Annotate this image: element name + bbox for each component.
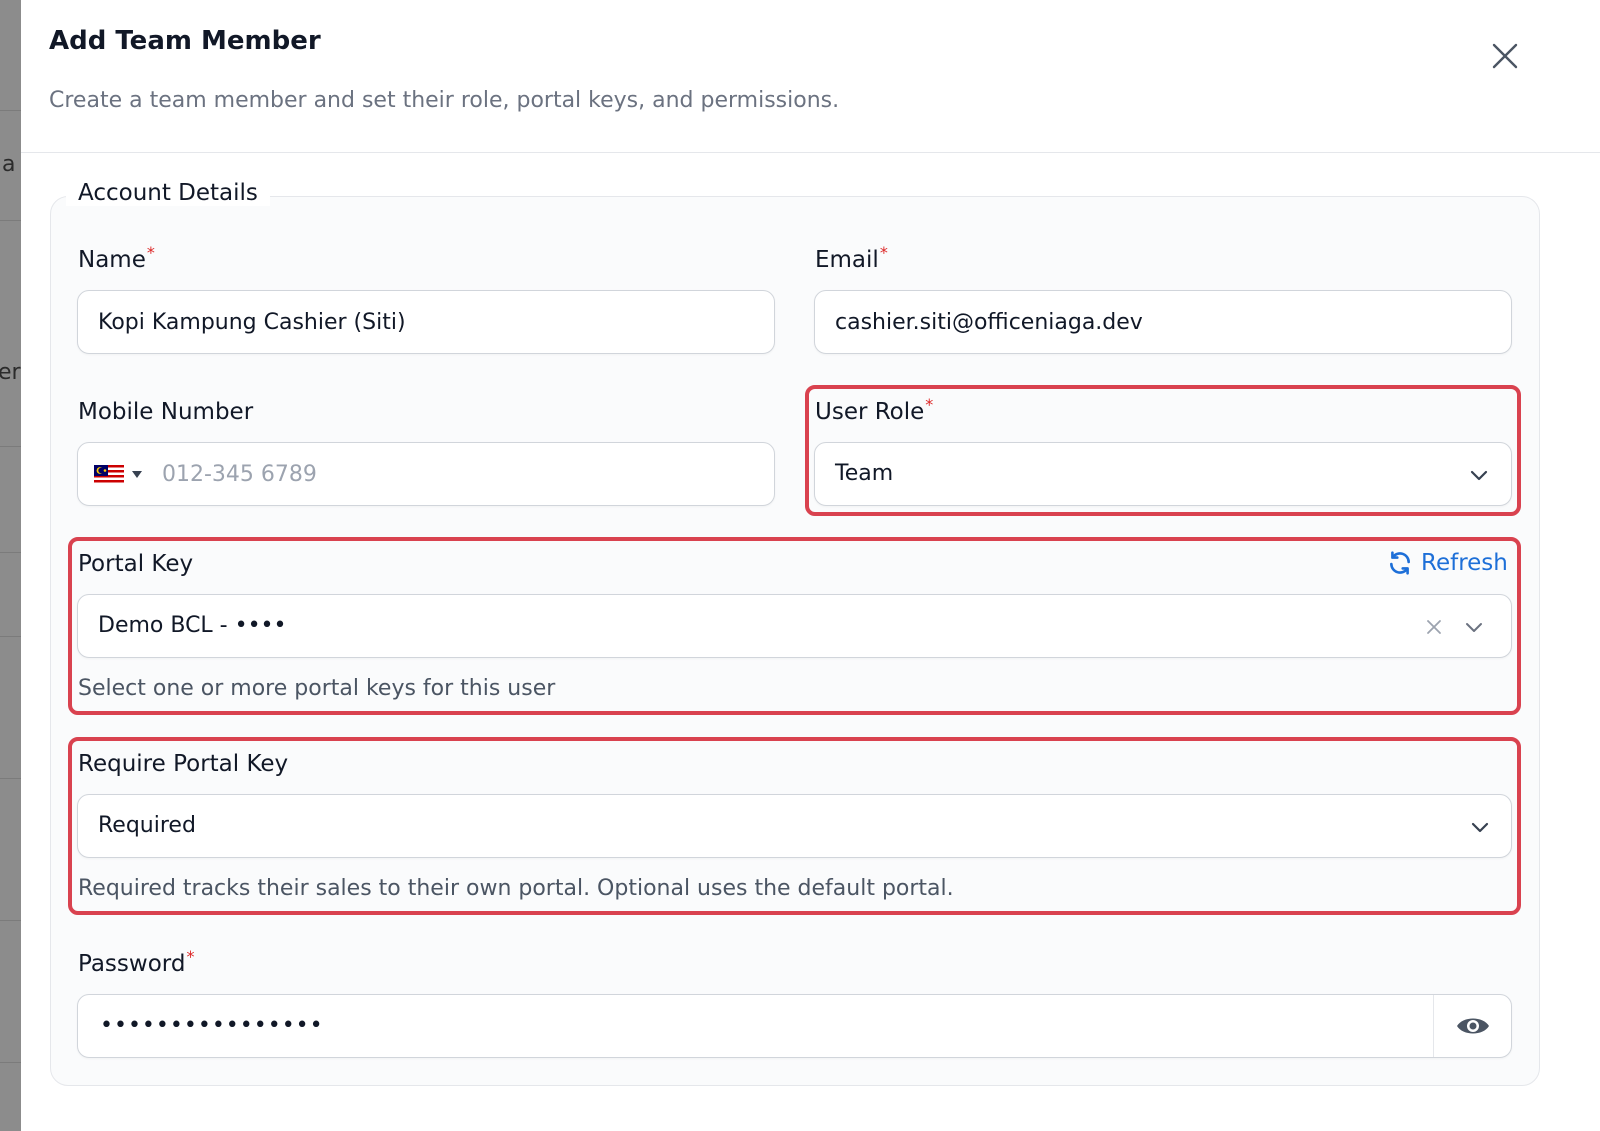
background-divider: [0, 220, 22, 221]
required-marker: *: [186, 947, 195, 966]
mobile-number-input[interactable]: [150, 443, 760, 505]
required-marker: *: [146, 243, 155, 262]
background-page: a er: [0, 0, 22, 1131]
background-divider: [0, 552, 22, 553]
header-divider: [21, 152, 1600, 153]
mobile-number-label: Mobile Number: [78, 399, 254, 425]
dialog-title: Add Team Member: [49, 26, 321, 56]
refresh-label: Refresh: [1421, 550, 1508, 576]
password-field[interactable]: ••••••••••••••••: [77, 994, 1512, 1058]
toggle-password-visibility-button[interactable]: [1433, 995, 1511, 1057]
name-input[interactable]: [77, 290, 775, 354]
clear-x-icon[interactable]: [1426, 619, 1442, 635]
user-role-value: Team: [835, 461, 894, 486]
mobile-number-field: [77, 442, 775, 506]
password-value: ••••••••••••••••: [100, 1013, 324, 1038]
portal-key-value: Demo BCL - ••••: [98, 613, 287, 638]
require-portal-key-label: Require Portal Key: [78, 751, 289, 777]
name-label-text: Name: [78, 247, 146, 273]
require-portal-key-help: Required tracks their sales to their own…: [78, 876, 954, 901]
portal-key-label: Portal Key: [78, 551, 194, 577]
portal-key-help: Select one or more portal keys for this …: [78, 676, 556, 701]
background-divider: [0, 1062, 22, 1063]
close-button[interactable]: [1485, 36, 1525, 76]
malaysia-flag-icon[interactable]: [94, 465, 124, 485]
chevron-down-icon: [1470, 470, 1488, 481]
background-text: er: [0, 360, 21, 385]
background-divider: [0, 110, 22, 111]
email-label-text: Email: [815, 247, 879, 273]
name-label: Name*: [78, 243, 155, 273]
background-divider: [0, 920, 22, 921]
eye-icon: [1456, 1018, 1489, 1034]
required-marker: *: [925, 395, 934, 414]
background-divider: [0, 636, 22, 637]
refresh-button[interactable]: Refresh: [1387, 550, 1508, 576]
require-portal-key-select[interactable]: Required: [77, 794, 1512, 858]
require-portal-key-value: Required: [98, 813, 196, 838]
portal-key-select[interactable]: Demo BCL - ••••: [77, 594, 1512, 658]
required-marker: *: [879, 243, 888, 262]
dialog-subtitle: Create a team member and set their role,…: [49, 88, 840, 113]
password-label: Password*: [78, 947, 194, 977]
chevron-down-icon: [1471, 822, 1489, 833]
email-label: Email*: [815, 243, 888, 273]
background-divider: [0, 778, 22, 779]
email-input[interactable]: [814, 290, 1512, 354]
add-team-member-dialog: Add Team Member Create a team member and…: [21, 0, 1600, 1131]
password-label-text: Password: [78, 951, 186, 977]
chevron-down-icon: [1466, 623, 1482, 632]
background-divider: [0, 446, 22, 447]
user-role-select[interactable]: Team: [814, 442, 1512, 506]
background-text: a: [2, 152, 16, 177]
refresh-icon: [1390, 551, 1410, 575]
user-role-label-text: User Role: [815, 399, 925, 425]
user-role-label: User Role*: [815, 395, 933, 425]
close-icon: [1492, 43, 1518, 69]
country-dropdown-caret[interactable]: [132, 471, 142, 478]
section-legend: Account Details: [66, 180, 270, 206]
